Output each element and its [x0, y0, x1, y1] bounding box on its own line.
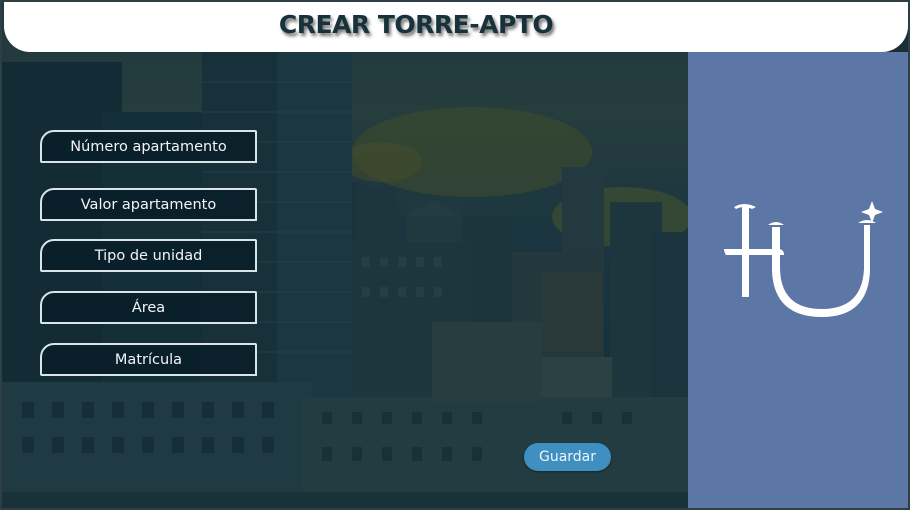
- header-bar: CREAR TORRE-APTO: [4, 2, 908, 52]
- save-button[interactable]: Guardar: [524, 443, 611, 471]
- area-field[interactable]: Área: [40, 291, 257, 324]
- app-window: CREAR TORRE-APTO HU Número apartamento V…: [0, 0, 910, 510]
- hu-logo: HU: [724, 201, 883, 317]
- apartment-number-field[interactable]: Número apartamento: [40, 130, 257, 163]
- registration-number-field[interactable]: Matrícula: [40, 343, 257, 376]
- unit-type-field[interactable]: Tipo de unidad: [40, 239, 257, 272]
- apartment-value-field[interactable]: Valor apartamento: [40, 188, 257, 221]
- page-title: CREAR TORRE-APTO: [278, 10, 554, 39]
